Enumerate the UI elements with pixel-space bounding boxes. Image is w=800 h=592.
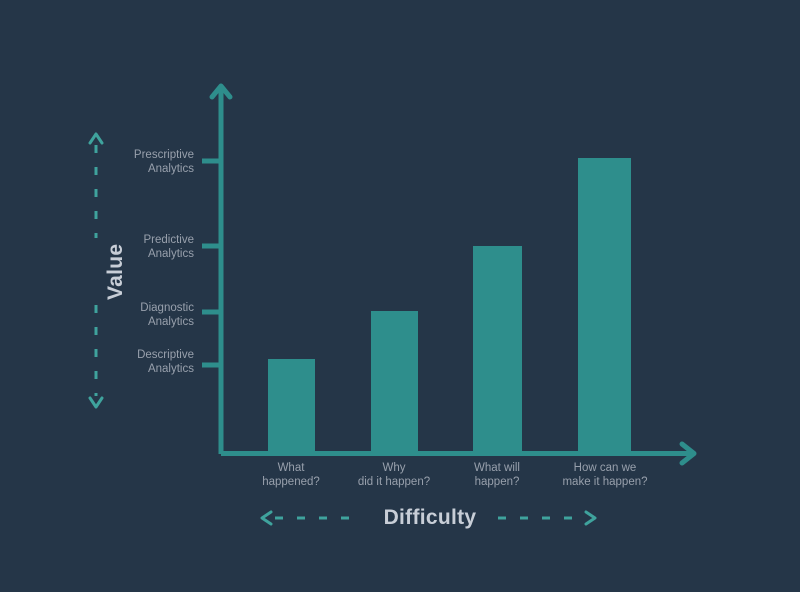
bar-descriptive-analytics[interactable] [268,359,315,453]
y-tick-label-prescriptive-line1: Prescriptive [133,149,194,161]
x-tick-label-4-line2: make it happen? [562,476,648,488]
y-tick-label-diagnostic: Diagnostic Analytics [60,301,194,329]
value-down-arrow-icon [88,396,104,409]
y-tick-label-descriptive-line2: Analytics [147,363,194,375]
x-tick-label-4-line1: How can we [573,462,637,474]
y-tick-label-prescriptive: Prescriptive Analytics [60,148,194,176]
x-tick-label-how-can-we-make-it-happen: How can we make it happen? [540,461,670,489]
bar-prescriptive-analytics[interactable] [578,158,631,453]
difficulty-right-arrow-icon [584,510,597,526]
bar-predictive-analytics[interactable] [473,246,522,453]
y-tick-label-diagnostic-line2: Analytics [147,316,194,328]
y-tick-label-diagnostic-line1: Diagnostic [140,302,194,314]
chart-canvas: Prescriptive Analytics Predictive Analyt… [0,0,800,592]
y-tick-label-descriptive: Descriptive Analytics [60,348,194,376]
y-tick-label-descriptive-line1: Descriptive [137,349,194,361]
y-tick-label-prescriptive-line2: Analytics [147,163,194,175]
value-up-arrow-icon [88,132,104,145]
x-axis-title: Difficulty [383,506,477,529]
bar-diagnostic-analytics[interactable] [371,311,418,453]
y-axis-title: Value [104,243,127,300]
difficulty-left-arrow-icon [260,510,273,526]
